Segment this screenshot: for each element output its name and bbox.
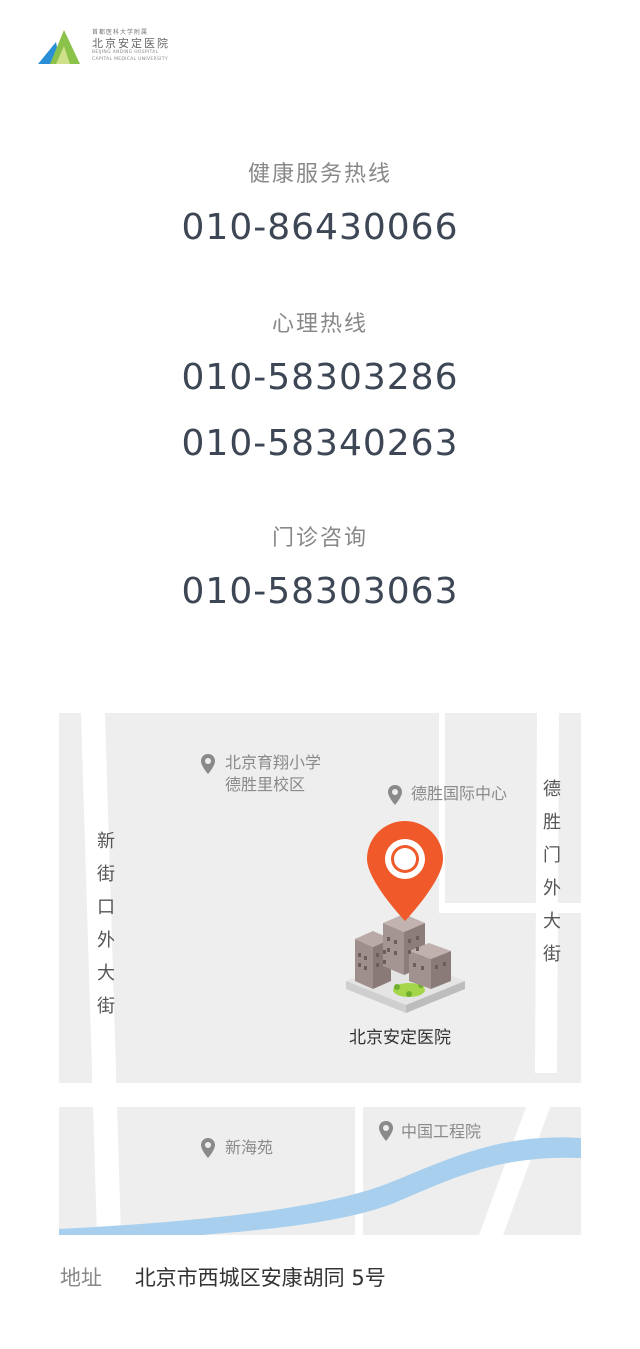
poi-school-line1: 北京育翔小学: [225, 753, 322, 772]
phone-number[interactable]: 010-86430066: [0, 195, 640, 261]
hospital-location-pin-icon[interactable]: [365, 819, 445, 923]
poi-engineering-academy: 中国工程院: [401, 1122, 482, 1141]
location-map[interactable]: 北京育翔小学 德胜里校区 德胜国际中心 新海苑 中国工程院 新 街 口 外 大 …: [59, 713, 581, 1235]
hotline-title: 健康服务热线: [247, 162, 392, 187]
logo-english-line-2: CAPITAL MEDICAL UNIVERSITY: [92, 56, 168, 62]
location-pin-icon: [379, 1121, 393, 1141]
hotline-group-outpatient: 门诊咨询 010-58303063: [0, 519, 640, 625]
poi-school-line2: 德胜里校区: [225, 775, 306, 794]
hospital-logo: 首都医科大学附属 北京安定医院 BEIJING ANDING HOSPITAL …: [36, 28, 186, 68]
poi-school: 北京育翔小学 德胜里校区: [225, 752, 321, 796]
street-label-xinjiekou: 新 街 口 外 大 街: [97, 831, 115, 1017]
logo-english-line-1: BEIJING ANDING HOSPITAL: [92, 50, 159, 55]
logo-text: 首都医科大学附属 北京安定医院 BEIJING ANDING HOSPITAL …: [92, 30, 170, 62]
address-line: 地址 北京市西城区安康胡同 5号: [60, 1262, 386, 1292]
poi-xinhaiyuan: 新海苑: [225, 1138, 274, 1157]
phone-number[interactable]: 010-58303286: [0, 345, 640, 411]
street-label-deshengmen: 德 胜 门 外 大 街: [543, 779, 561, 965]
poi-desheng-center: 德胜国际中心: [411, 784, 508, 803]
logo-hospital-name: 北京安定医院: [92, 37, 170, 50]
location-pin-icon: [388, 785, 402, 805]
logo-university-line: 首都医科大学附属: [92, 29, 149, 36]
hotline-group-psychology: 心理热线 010-58303286 010-58340263: [0, 305, 640, 477]
location-pin-icon: [201, 754, 215, 774]
hospital-map-label: 北京安定医院: [349, 1028, 451, 1048]
address-label: 地址: [60, 1266, 102, 1290]
hotline-group-health: 健康服务热线 010-86430066: [0, 155, 640, 261]
address-value[interactable]: 北京市西城区安康胡同 5号: [135, 1266, 386, 1290]
phone-number[interactable]: 010-58303063: [0, 559, 640, 625]
logo-mark-icon: [38, 30, 80, 64]
phone-number[interactable]: 010-58340263: [0, 411, 640, 477]
location-pin-icon: [201, 1138, 215, 1158]
hotline-title: 心理热线: [271, 312, 368, 337]
hotline-title: 门诊咨询: [271, 526, 368, 551]
